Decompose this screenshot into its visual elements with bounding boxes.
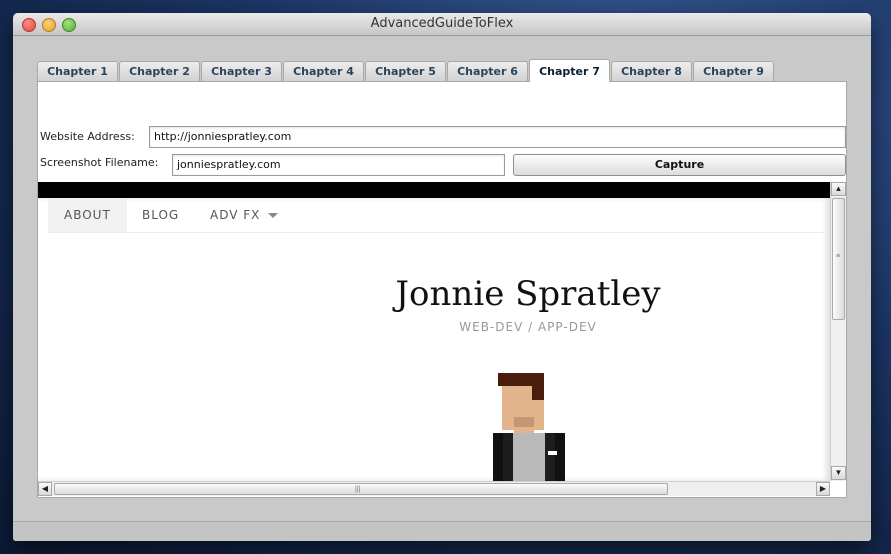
capture-button[interactable]: Capture (513, 154, 846, 176)
tab-chapter-3[interactable]: Chapter 3 (201, 61, 282, 81)
tab-chapter-1[interactable]: Chapter 1 (37, 61, 118, 81)
pixel-avatar (493, 373, 565, 481)
status-bar (13, 521, 871, 541)
tab-chapter-7[interactable]: Chapter 7 (529, 59, 610, 82)
site-tagline: WEB-DEV / APP-DEV (459, 320, 597, 334)
nav-adv-fx[interactable]: ADV FX (210, 198, 279, 232)
nav-adv-fx-label: ADV FX (210, 208, 261, 222)
nav-about[interactable]: ABOUT (48, 198, 127, 232)
screenshot-filename-label: Screenshot Filename: (40, 156, 159, 169)
scroll-down-icon[interactable]: ▼ (831, 466, 846, 480)
horizontal-scrollbar[interactable]: ◀ ||| ▶ (38, 481, 830, 496)
nav-blog[interactable]: BLOG (142, 198, 179, 232)
horizontal-scroll-thumb[interactable]: ||| (54, 483, 668, 495)
vertical-scrollbar[interactable]: ▲ ≡ ▼ (830, 182, 846, 481)
app-window: AdvancedGuideToFlex Chapter 1 Chapter 2 … (13, 13, 871, 541)
website-address-label: Website Address: (40, 130, 135, 143)
grip-icon: ||| (355, 486, 361, 493)
vertical-scroll-thumb[interactable]: ≡ (832, 198, 845, 320)
page-top-bar (38, 182, 830, 198)
web-preview[interactable]: ABOUT BLOG ADV FX Jonnie Spratley WEB-DE… (38, 182, 830, 481)
nav-blog-label: BLOG (142, 208, 180, 222)
screenshot-filename-input[interactable]: jonniespratley.com (172, 154, 505, 176)
tab-chapter-8[interactable]: Chapter 8 (611, 61, 692, 81)
web-page: ABOUT BLOG ADV FX Jonnie Spratley WEB-DE… (38, 198, 830, 481)
tab-chapter-2[interactable]: Chapter 2 (119, 61, 200, 81)
scroll-up-icon[interactable]: ▲ (831, 182, 846, 196)
grip-icon: ≡ (836, 253, 841, 260)
tab-chapter-6[interactable]: Chapter 6 (447, 61, 528, 81)
chapter-panel: Website Address: http://jonniespratley.c… (37, 81, 847, 498)
tab-chapter-5[interactable]: Chapter 5 (365, 61, 446, 81)
title-bar: AdvancedGuideToFlex (13, 13, 871, 36)
caret-down-icon (268, 213, 279, 218)
scroll-left-icon[interactable]: ◀ (38, 482, 52, 496)
tab-chapter-4[interactable]: Chapter 4 (283, 61, 364, 81)
scroll-right-icon[interactable]: ▶ (816, 482, 830, 496)
nav-about-label: ABOUT (64, 208, 111, 222)
website-address-input[interactable]: http://jonniespratley.com (149, 126, 846, 148)
site-nav: ABOUT BLOG ADV FX (48, 198, 830, 233)
window-title: AdvancedGuideToFlex (370, 16, 514, 31)
site-name: Jonnie Spratley (395, 274, 661, 314)
tab-chapter-9[interactable]: Chapter 9 (693, 61, 774, 81)
